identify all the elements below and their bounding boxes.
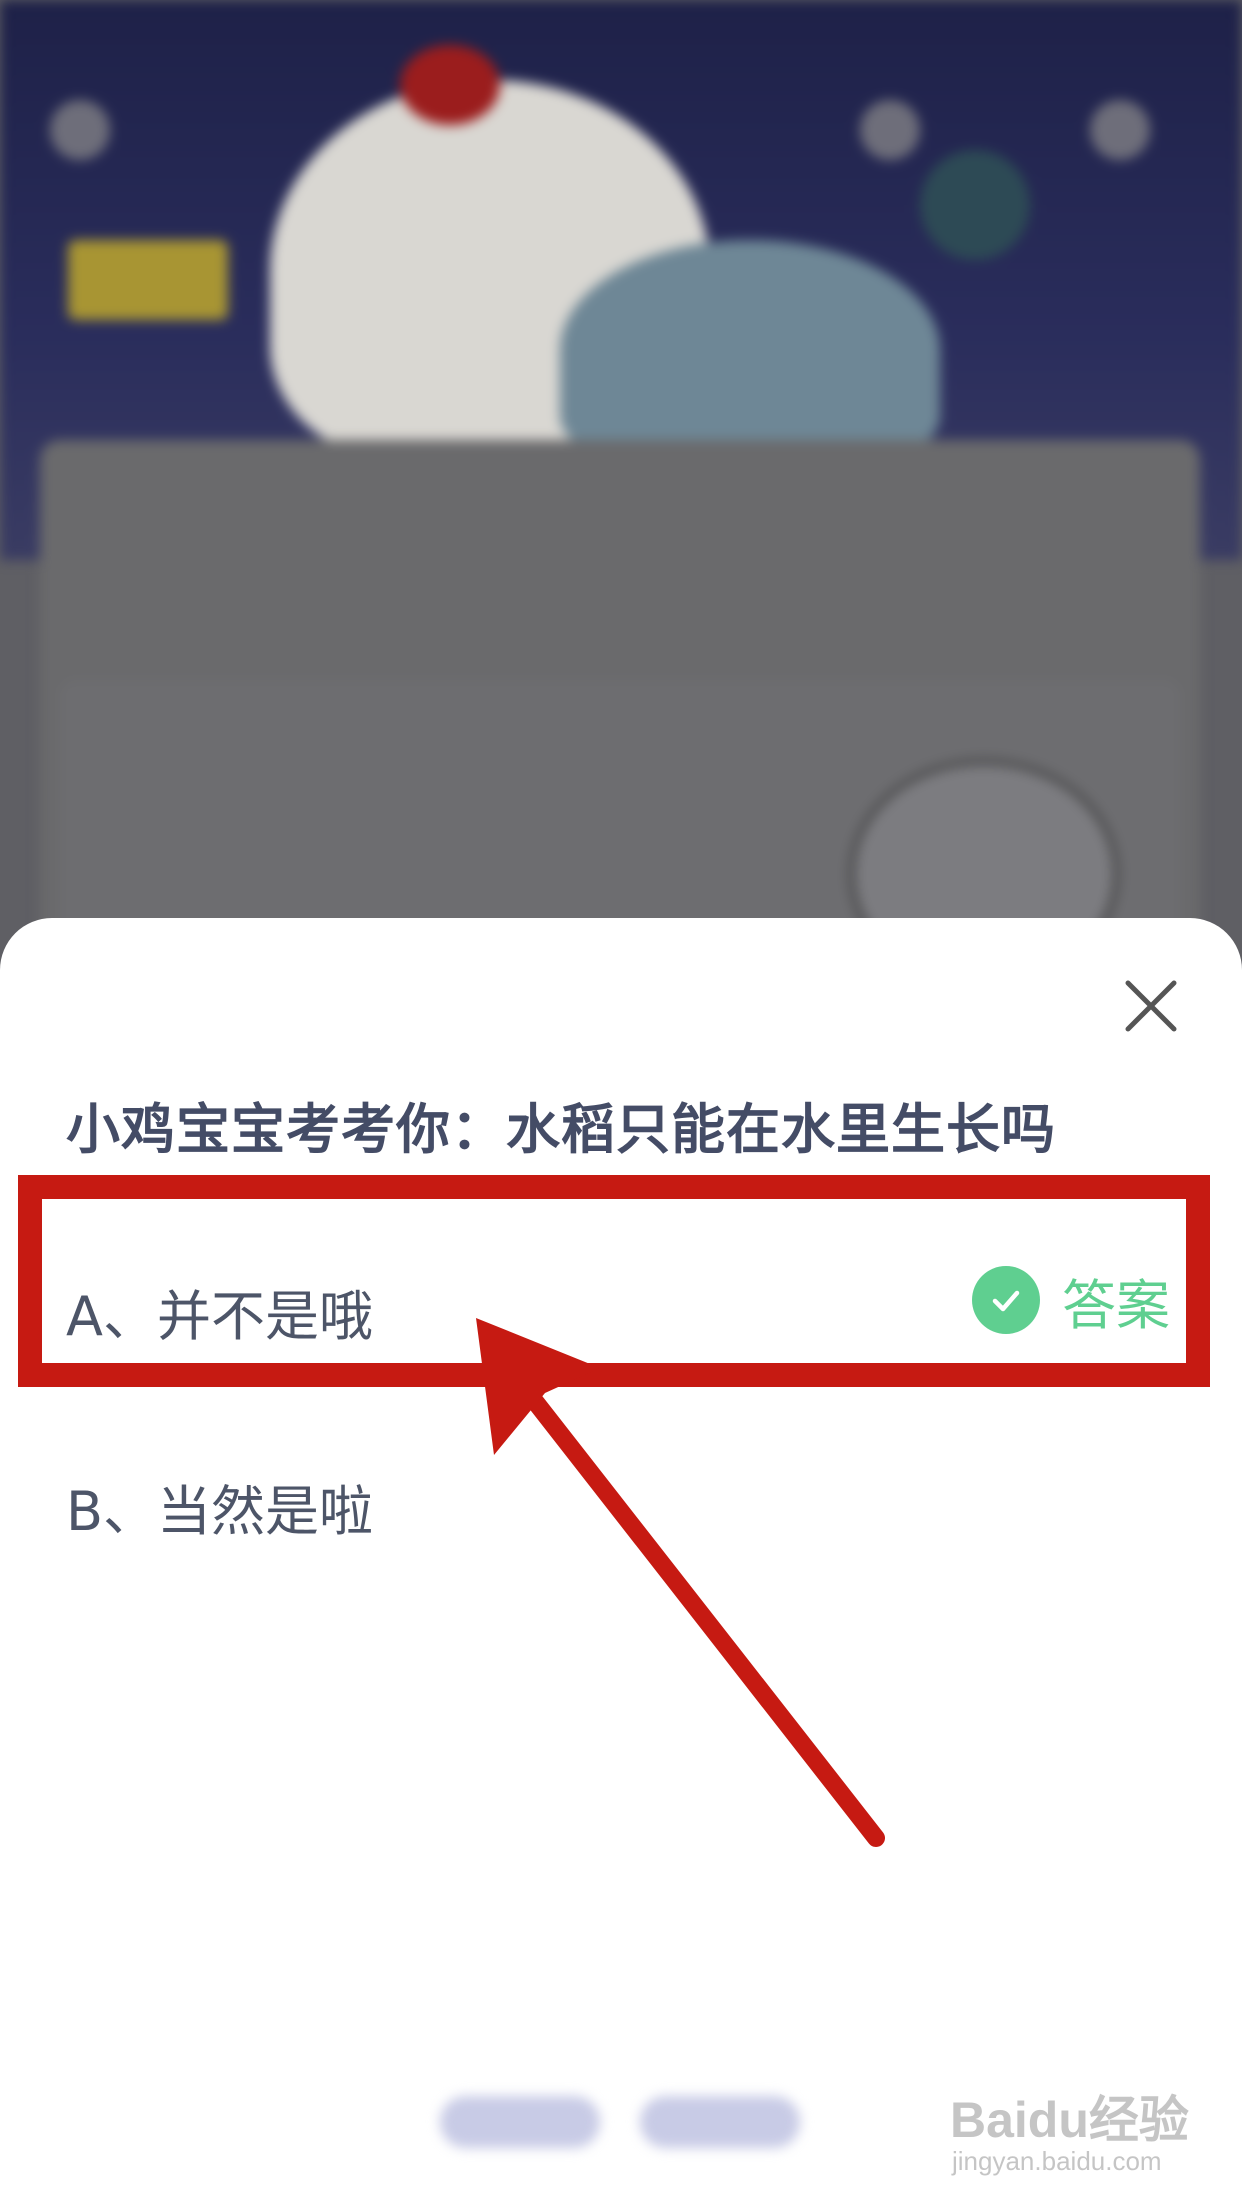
option-b-label: B、当然是啦 [66,1480,374,1543]
background-back-icon [50,100,110,160]
close-icon [1125,980,1177,1032]
quiz-question: 小鸡宝宝考考你：水稻只能在水里生长吗 [66,1098,1056,1161]
quiz-option-b[interactable]: B、当然是啦 [0,1427,1242,1567]
background-moon [920,150,1030,260]
background-chick-comb [400,45,500,125]
baidu-jingyan-watermark: Baidu经验 jingyan.baidu.com [950,2080,1190,2190]
screen: 小鸡宝宝考考你：水稻只能在水里生长吗 A、并不是哦 答案 B、当然是啦 Baid… [0,0,1242,2208]
watermark-url: jingyan.baidu.com [952,2146,1162,2176]
background-more-icon [1090,100,1150,160]
footer-button-blurred [640,2096,800,2148]
background-illustration-blob [560,240,940,460]
background-share-icon [860,100,920,160]
annotation-highlight-box [18,1175,1210,1387]
close-button[interactable] [1120,975,1182,1037]
background-tag [68,240,228,320]
watermark-logo: Baidu经验 [950,2092,1189,2148]
footer-button-blurred [440,2096,600,2148]
